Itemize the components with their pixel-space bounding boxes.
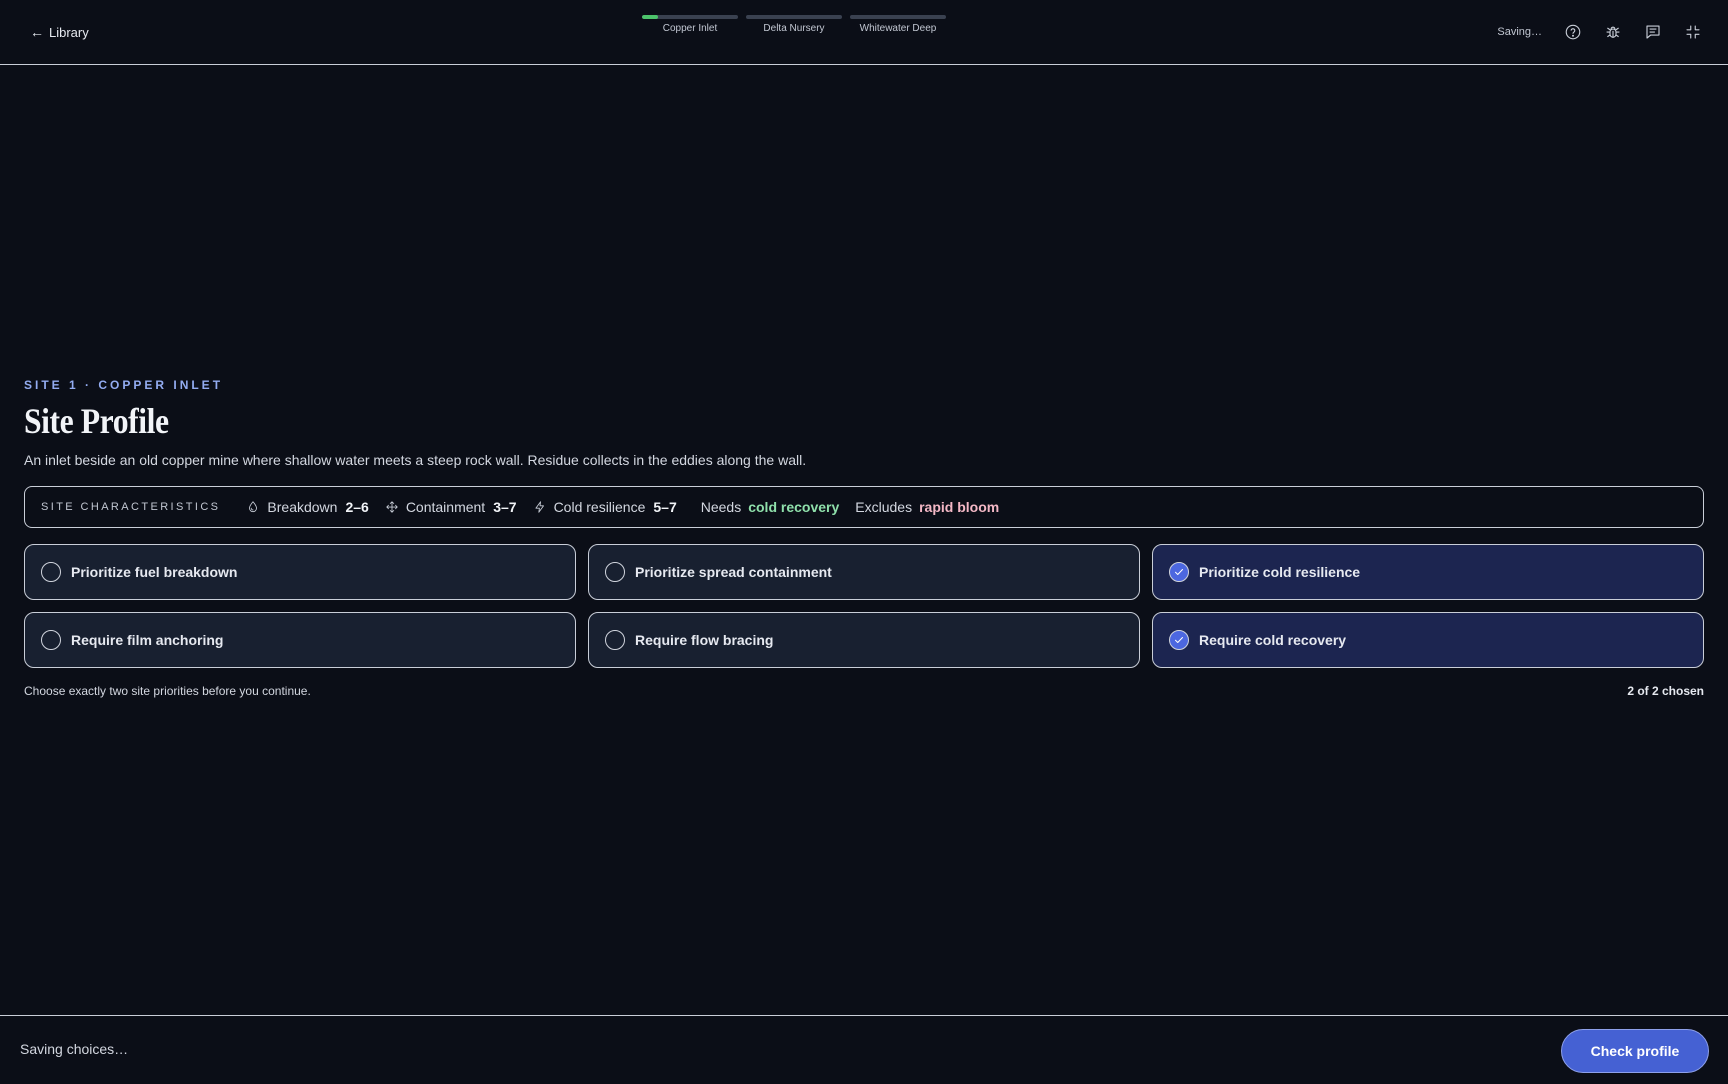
step-label: Copper Inlet (662, 23, 718, 34)
step-label: Delta Nursery (763, 23, 825, 34)
cold-resilience-name: Cold resilience (553, 499, 646, 515)
option-radio (41, 562, 61, 582)
breakdown-characteristic: Breakdown 2–6 (246, 499, 369, 515)
minimize-icon[interactable] (1684, 23, 1702, 41)
step-track (850, 15, 946, 19)
check-icon (1175, 637, 1183, 643)
containment-name: Containment (405, 499, 486, 515)
selection-count: 2 of 2 chosen (1627, 684, 1704, 698)
top-right-controls: Saving… (1497, 20, 1702, 44)
option-label: Prioritize fuel breakdown (71, 564, 238, 580)
breakdown-name: Breakdown (267, 499, 338, 515)
containment-characteristic: Containment 3–7 (385, 499, 517, 515)
needs-characteristic: Needs cold recovery (701, 499, 840, 515)
step-progress-fill (642, 15, 659, 19)
site-profile-content: SITE 1 · COPPER INLET Site Profile An in… (24, 378, 1704, 698)
cold-resilience-characteristic: Cold resilience 5–7 (533, 499, 677, 515)
check-icon (1175, 569, 1183, 575)
check-profile-button[interactable]: Check profile (1561, 1029, 1709, 1073)
priority-options-grid: Prioritize fuel breakdown Prioritize spr… (24, 544, 1704, 668)
back-link-label: Library (49, 24, 89, 40)
site-description: An inlet beside an old copper mine where… (24, 452, 807, 468)
page-title: Site Profile (24, 401, 169, 441)
characteristics-label: SITE CHARACTERISTICS (41, 501, 221, 513)
option-radio (605, 562, 625, 582)
excludes-characteristic: Excludes rapid bloom (855, 499, 999, 515)
needs-value: cold recovery (748, 499, 840, 515)
containment-value: 3–7 (493, 499, 517, 515)
option-radio (1169, 562, 1189, 582)
selection-hint: Choose exactly two site priorities befor… (24, 684, 311, 698)
top-bar: ← Library Copper Inlet Delta Nursery Whi… (0, 0, 1728, 65)
message-icon[interactable] (1644, 23, 1662, 41)
move-arrows-icon (386, 501, 398, 513)
option-label: Prioritize spread containment (635, 564, 832, 580)
back-to-library-link[interactable]: ← Library (30, 22, 89, 42)
footer-bar: Saving choices… Check profile (0, 1015, 1728, 1084)
needs-name: Needs (700, 499, 742, 515)
option-label: Require cold recovery (1199, 632, 1347, 648)
site-characteristics-bar: SITE CHARACTERISTICS Breakdown 2–6 Conta… (24, 486, 1704, 528)
hint-row: Choose exactly two site priorities befor… (24, 684, 1704, 698)
excludes-value: rapid bloom (919, 499, 1000, 515)
help-circle-icon[interactable] (1564, 23, 1582, 41)
lightning-icon (535, 501, 544, 513)
breakdown-value: 2–6 (345, 499, 369, 515)
step-copper-inlet[interactable]: Copper Inlet (642, 15, 738, 34)
option-require-flow-bracing[interactable]: Require flow bracing (588, 612, 1140, 668)
option-radio (605, 630, 625, 650)
cold-resilience-value: 5–7 (653, 499, 677, 515)
arrow-left-icon: ← (30, 24, 44, 40)
option-radio (41, 630, 61, 650)
option-prioritize-fuel-breakdown[interactable]: Prioritize fuel breakdown (24, 544, 576, 600)
site-stepper: Copper Inlet Delta Nursery Whitewater De… (642, 15, 946, 34)
option-require-film-anchoring[interactable]: Require film anchoring (24, 612, 576, 668)
step-track (642, 15, 738, 19)
step-track (746, 15, 842, 19)
droplet-icon (249, 501, 258, 513)
footer-saving-status: Saving choices… (20, 1041, 129, 1057)
step-whitewater-deep[interactable]: Whitewater Deep (850, 15, 946, 34)
bug-icon[interactable] (1604, 23, 1622, 41)
option-label: Require flow bracing (635, 632, 774, 648)
option-prioritize-spread-containment[interactable]: Prioritize spread containment (588, 544, 1140, 600)
saving-status: Saving… (1497, 26, 1542, 38)
step-delta-nursery[interactable]: Delta Nursery (746, 15, 842, 34)
option-require-cold-recovery[interactable]: Require cold recovery (1152, 612, 1704, 668)
excludes-name: Excludes (855, 499, 913, 515)
option-label: Require film anchoring (71, 632, 224, 648)
option-radio (1169, 630, 1189, 650)
option-prioritize-cold-resilience[interactable]: Prioritize cold resilience (1152, 544, 1704, 600)
site-eyebrow: SITE 1 · COPPER INLET (24, 378, 224, 392)
step-label: Whitewater Deep (859, 23, 937, 34)
option-label: Prioritize cold resilience (1199, 564, 1361, 580)
